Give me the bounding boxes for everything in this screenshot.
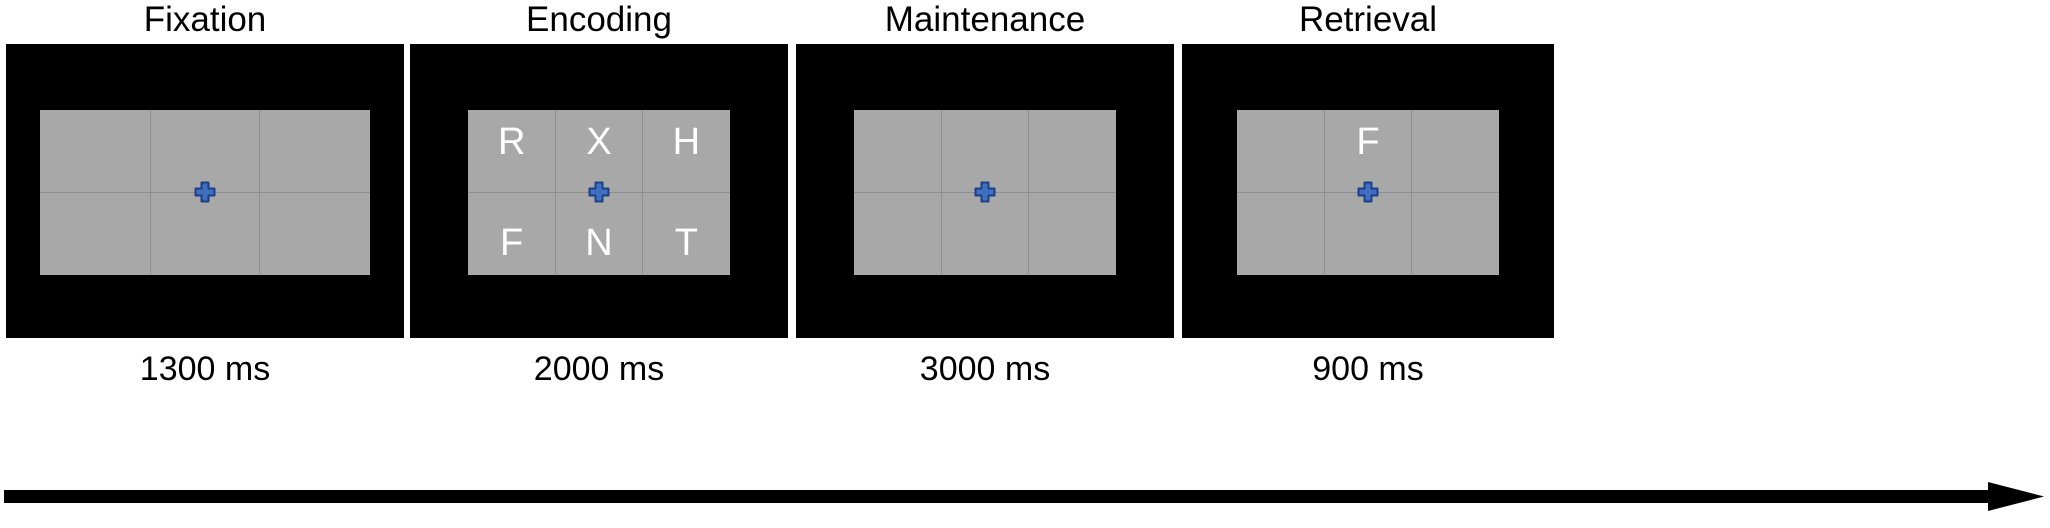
- stimulus-screen-maintenance: [796, 44, 1174, 338]
- grid-letter: N: [585, 221, 613, 264]
- phase-title-maintenance: Maintenance: [884, 0, 1086, 39]
- phase-panel-maintenance: Maintenance 3000 ms: [796, 0, 1174, 490]
- grid-cell-top-right: [1412, 110, 1499, 193]
- grid-cell-top-center: [941, 109, 1029, 192]
- grid-cell-bottom-left: [40, 192, 150, 275]
- grid-cell-top-left: [854, 110, 941, 193]
- task-phase-panels: Fixation 1300 ms Encoding R X H F N T 20…: [0, 0, 2050, 490]
- grid-letter: F: [500, 221, 524, 264]
- stimulus-grid-wrap-maintenance: [854, 109, 1116, 275]
- stimulus-screen-encoding: R X H F N T: [410, 44, 788, 338]
- working-memory-task-figure: Fixation 1300 ms Encoding R X H F N T 20…: [0, 0, 2050, 528]
- grid-cell-top-left: [40, 110, 150, 193]
- grid-cell-bottom-right: [260, 192, 370, 275]
- grid-letter: X: [586, 120, 612, 163]
- stimulus-grid-wrap-fixation: [40, 109, 370, 275]
- stimulus-screen-retrieval: F: [1182, 44, 1554, 338]
- grid-cell-bottom-center: N: [555, 192, 643, 275]
- grid-cell-top-center: X: [555, 109, 643, 192]
- phase-title-encoding: Encoding: [526, 0, 672, 39]
- grid-cell-bottom-right: [1411, 192, 1499, 275]
- stimulus-grid-encoding: R X H F N T: [468, 109, 730, 275]
- grid-cell-bottom-right: T: [642, 192, 730, 275]
- stimulus-grid-maintenance: [854, 109, 1116, 275]
- grid-cell-bottom-right: [1028, 192, 1116, 275]
- stimulus-grid-fixation: [40, 109, 370, 275]
- grid-cell-bottom-center: [941, 192, 1029, 275]
- time-arrow-icon: [0, 480, 2050, 514]
- grid-cell-bottom-center: [1324, 192, 1412, 275]
- stimulus-grid-wrap-retrieval: F: [1237, 109, 1499, 275]
- stimulus-screen-fixation: [6, 44, 404, 338]
- grid-letter: R: [497, 120, 526, 163]
- phase-title-fixation: Fixation: [143, 0, 267, 39]
- phase-duration-encoding: 2000 ms: [533, 350, 665, 388]
- phase-title-retrieval: Retrieval: [1298, 0, 1438, 39]
- grid-letter: F: [1356, 120, 1380, 163]
- grid-cell-top-left: [1237, 110, 1324, 193]
- grid-cell-top-left: R: [468, 110, 555, 193]
- phase-panel-retrieval: Retrieval F 900 ms: [1182, 0, 1554, 490]
- phase-panel-fixation: Fixation 1300 ms: [6, 0, 404, 490]
- phase-duration-fixation: 1300 ms: [139, 350, 271, 388]
- grid-cell-top-center: F: [1324, 109, 1412, 192]
- grid-cell-top-right: H: [643, 110, 730, 193]
- grid-letter: H: [672, 120, 701, 163]
- grid-letter: T: [674, 221, 698, 264]
- grid-cell-bottom-left: F: [468, 192, 556, 275]
- phase-duration-retrieval: 900 ms: [1312, 350, 1424, 388]
- grid-cell-top-right: [1029, 110, 1116, 193]
- grid-cell-top-right: [260, 110, 370, 193]
- stimulus-grid-retrieval: F: [1237, 109, 1499, 275]
- grid-cell-bottom-left: [1237, 192, 1325, 275]
- phase-duration-maintenance: 3000 ms: [919, 350, 1051, 388]
- stimulus-grid-wrap-encoding: R X H F N T: [468, 109, 730, 275]
- grid-cell-top-center: [150, 109, 260, 192]
- grid-cell-bottom-left: [854, 192, 942, 275]
- grid-cell-bottom-center: [150, 192, 260, 275]
- phase-panel-encoding: Encoding R X H F N T 2000 ms: [410, 0, 788, 490]
